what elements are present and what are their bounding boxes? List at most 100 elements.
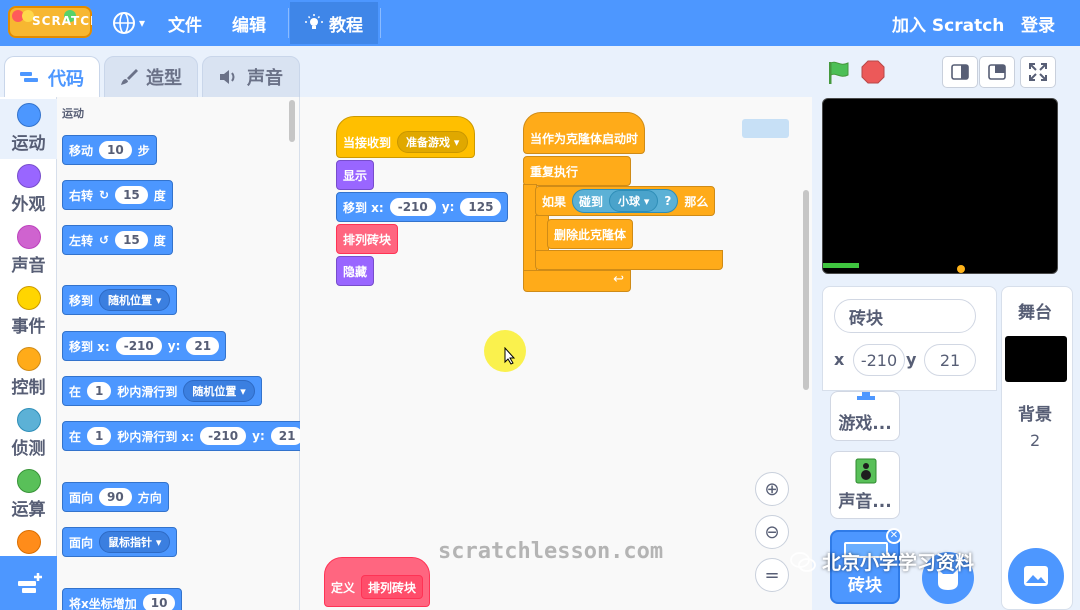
target-dropdown[interactable]: 鼠标指针 bbox=[99, 531, 171, 553]
when-clone-starts-hat-block[interactable]: 当作为克隆体启动时 bbox=[523, 112, 646, 154]
sprite-thumb-sound[interactable]: 声音... bbox=[830, 451, 900, 519]
stage-canvas[interactable] bbox=[822, 98, 1058, 274]
tab-sounds[interactable]: 声音 bbox=[202, 56, 300, 98]
logo-text: SCRATCH bbox=[32, 14, 92, 28]
category-operators[interactable]: 运算 bbox=[0, 465, 57, 525]
seconds-input[interactable]: 1 bbox=[87, 427, 112, 445]
hide-block[interactable]: 隐藏 bbox=[336, 256, 375, 286]
target-dropdown[interactable]: 随机位置 bbox=[183, 380, 255, 402]
category-sound[interactable]: 声音 bbox=[0, 221, 57, 281]
small-stage-button[interactable] bbox=[942, 56, 978, 88]
tutorials-button[interactable]: 教程 bbox=[290, 2, 378, 44]
paddle-sprite bbox=[823, 263, 859, 268]
block-text: 排列砖块 bbox=[343, 232, 392, 247]
category-events[interactable]: 事件 bbox=[0, 282, 57, 342]
sprite-name-input[interactable]: 砖块 bbox=[834, 299, 976, 333]
edit-menu[interactable]: 编辑 bbox=[232, 0, 266, 46]
delete-clone-block[interactable]: 删除此克隆体 bbox=[547, 219, 634, 249]
palette-scrollbar[interactable] bbox=[289, 100, 295, 142]
steps-input[interactable]: 10 bbox=[99, 141, 132, 159]
y-input[interactable]: 21 bbox=[186, 337, 220, 355]
ball-sprite bbox=[957, 265, 965, 273]
tab-code[interactable]: 代码 bbox=[4, 56, 100, 98]
add-extension-button[interactable] bbox=[0, 556, 60, 610]
stage-thumbnail[interactable] bbox=[1005, 336, 1067, 382]
category-sensing[interactable]: 侦测 bbox=[0, 404, 57, 464]
if-bottom bbox=[535, 250, 723, 270]
login-link[interactable]: 登录 bbox=[1021, 0, 1055, 46]
define-block[interactable]: 定义 排列砖块 bbox=[324, 557, 431, 607]
loop-arrow-icon: ↩ bbox=[613, 272, 624, 287]
zoom-in-button[interactable]: ⊕ bbox=[755, 472, 789, 506]
block-text: 移到 bbox=[69, 293, 94, 308]
when-receive-hat-block[interactable]: 当接收到 准备游戏 bbox=[336, 116, 476, 158]
move-steps-block[interactable]: 移动 10 步 bbox=[62, 135, 157, 165]
sprite-label: 声音... bbox=[838, 492, 892, 512]
if-then-block[interactable]: 如果 碰到 小球 ? 那么 bbox=[535, 186, 716, 216]
zoom-reset-button[interactable]: = bbox=[755, 558, 789, 592]
point-toward-block[interactable]: 面向 鼠标指针 bbox=[62, 527, 178, 557]
block-text: ? bbox=[664, 194, 672, 208]
x-input[interactable]: -210 bbox=[389, 198, 436, 216]
workspace-scrollbar[interactable] bbox=[803, 190, 809, 390]
block-text: 当作为克隆体启动时 bbox=[530, 131, 639, 146]
wechat-icon bbox=[790, 551, 816, 572]
sprite-x-input[interactable]: -210 bbox=[853, 344, 905, 376]
touching-block[interactable]: 碰到 小球 ? bbox=[572, 189, 679, 213]
direction-input[interactable]: 90 bbox=[99, 488, 132, 506]
fullscreen-button[interactable] bbox=[1020, 56, 1056, 88]
join-scratch-link[interactable]: 加入 Scratch bbox=[892, 0, 1004, 46]
goto-xy-block[interactable]: 移到 x: -210 y: 21 bbox=[62, 331, 227, 361]
message-dropdown[interactable]: 准备游戏 bbox=[397, 131, 469, 153]
y-input[interactable]: 21 bbox=[270, 427, 304, 445]
block-text: 在 bbox=[69, 429, 82, 444]
tab-code-label: 代码 bbox=[48, 68, 84, 90]
category-looks[interactable]: 外观 bbox=[0, 160, 57, 220]
tab-costumes[interactable]: 造型 bbox=[104, 56, 198, 98]
block-text: 度 bbox=[153, 188, 166, 203]
x-input[interactable]: -210 bbox=[115, 337, 162, 355]
category-motion[interactable]: 运动 bbox=[0, 99, 57, 159]
category-label: 外观 bbox=[11, 195, 46, 215]
language-menu[interactable]: ▾ bbox=[112, 0, 145, 46]
scratch-logo[interactable]: SCRATCH bbox=[8, 6, 92, 38]
point-direction-block[interactable]: 面向 90 方向 bbox=[62, 482, 169, 512]
glide-xy-block[interactable]: 在 1 秒内滑行到 x: -210 y: 21 bbox=[62, 421, 311, 451]
file-menu[interactable]: 文件 bbox=[168, 0, 202, 46]
arrange-bricks-call-block[interactable]: 排列砖块 bbox=[336, 224, 399, 254]
stop-sign-icon[interactable] bbox=[861, 60, 885, 84]
block-text: 那么 bbox=[684, 194, 709, 209]
add-backdrop-button[interactable] bbox=[1008, 548, 1064, 604]
turn-right-block[interactable]: 右转 ↻ 15 度 bbox=[62, 180, 173, 210]
change-x-block[interactable]: 将x坐标增加 10 bbox=[62, 588, 183, 610]
forever-block[interactable]: 重复执行 bbox=[523, 156, 631, 186]
speaker-sprite-icon bbox=[855, 458, 877, 484]
block-text: 度 bbox=[153, 233, 166, 248]
category-control[interactable]: 控制 bbox=[0, 343, 57, 403]
goto-random-block[interactable]: 移到 随机位置 bbox=[62, 285, 178, 315]
seconds-input[interactable]: 1 bbox=[87, 382, 112, 400]
category-dot bbox=[16, 225, 41, 249]
degrees-input[interactable]: 15 bbox=[115, 231, 148, 249]
zoom-out-button[interactable]: ⊖ bbox=[755, 515, 789, 549]
green-flag-icon[interactable] bbox=[826, 60, 850, 86]
delete-sprite-icon[interactable]: ✕ bbox=[886, 528, 902, 544]
target-dropdown[interactable]: 随机位置 bbox=[99, 289, 171, 311]
y-input[interactable]: 125 bbox=[460, 198, 502, 216]
goto-xy-script-block[interactable]: 移到 x: -210 y: 125 bbox=[336, 192, 509, 222]
block-text: 删除此克隆体 bbox=[554, 227, 627, 242]
chevron-down-icon: ▾ bbox=[139, 16, 146, 30]
sprite-y-input[interactable]: 21 bbox=[924, 344, 976, 376]
sprite-label: 游戏... bbox=[838, 414, 892, 434]
change-input[interactable]: 10 bbox=[142, 594, 176, 610]
turn-left-block[interactable]: 左转 ↺ 15 度 bbox=[62, 225, 173, 255]
x-input[interactable]: -210 bbox=[200, 427, 247, 445]
sprite-thumb-game[interactable]: 游戏... bbox=[830, 391, 900, 441]
y-label: y bbox=[906, 350, 917, 369]
degrees-input[interactable]: 15 bbox=[115, 186, 148, 204]
large-stage-button[interactable] bbox=[979, 56, 1015, 88]
category-dot bbox=[16, 347, 41, 371]
show-block[interactable]: 显示 bbox=[336, 160, 375, 190]
glide-random-block[interactable]: 在 1 秒内滑行到 随机位置 bbox=[62, 376, 262, 406]
object-dropdown[interactable]: 小球 bbox=[609, 190, 659, 212]
